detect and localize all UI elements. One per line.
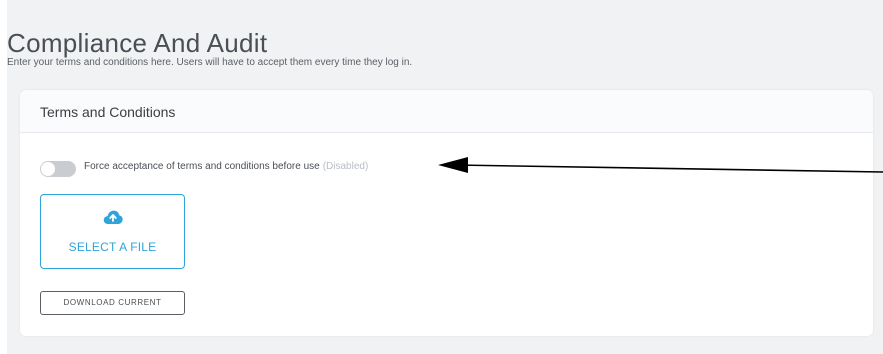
cloud-upload-icon [103, 210, 123, 224]
select-file-label: SELECT A FILE [68, 240, 157, 254]
toggle-status: (Disabled) [322, 161, 369, 172]
download-current-button[interactable]: DOWNLOAD CURRENT [40, 291, 185, 315]
terms-card: Terms and Conditions Force acceptance of… [20, 90, 873, 336]
page-background: Compliance And Audit Enter your terms an… [7, 0, 883, 354]
page-subtitle: Enter your terms and conditions here. Us… [7, 57, 413, 68]
card-header: Terms and Conditions [20, 90, 873, 133]
toggle-label: Force acceptance of terms and conditions… [84, 161, 320, 172]
toggle-knob [41, 162, 55, 176]
page-title: Compliance And Audit [7, 28, 268, 58]
card-title: Terms and Conditions [40, 104, 176, 120]
force-acceptance-toggle[interactable] [40, 161, 76, 177]
select-file-button[interactable]: SELECT A FILE [40, 194, 185, 269]
toggle-label-row: Force acceptance of terms and conditions… [84, 161, 368, 172]
